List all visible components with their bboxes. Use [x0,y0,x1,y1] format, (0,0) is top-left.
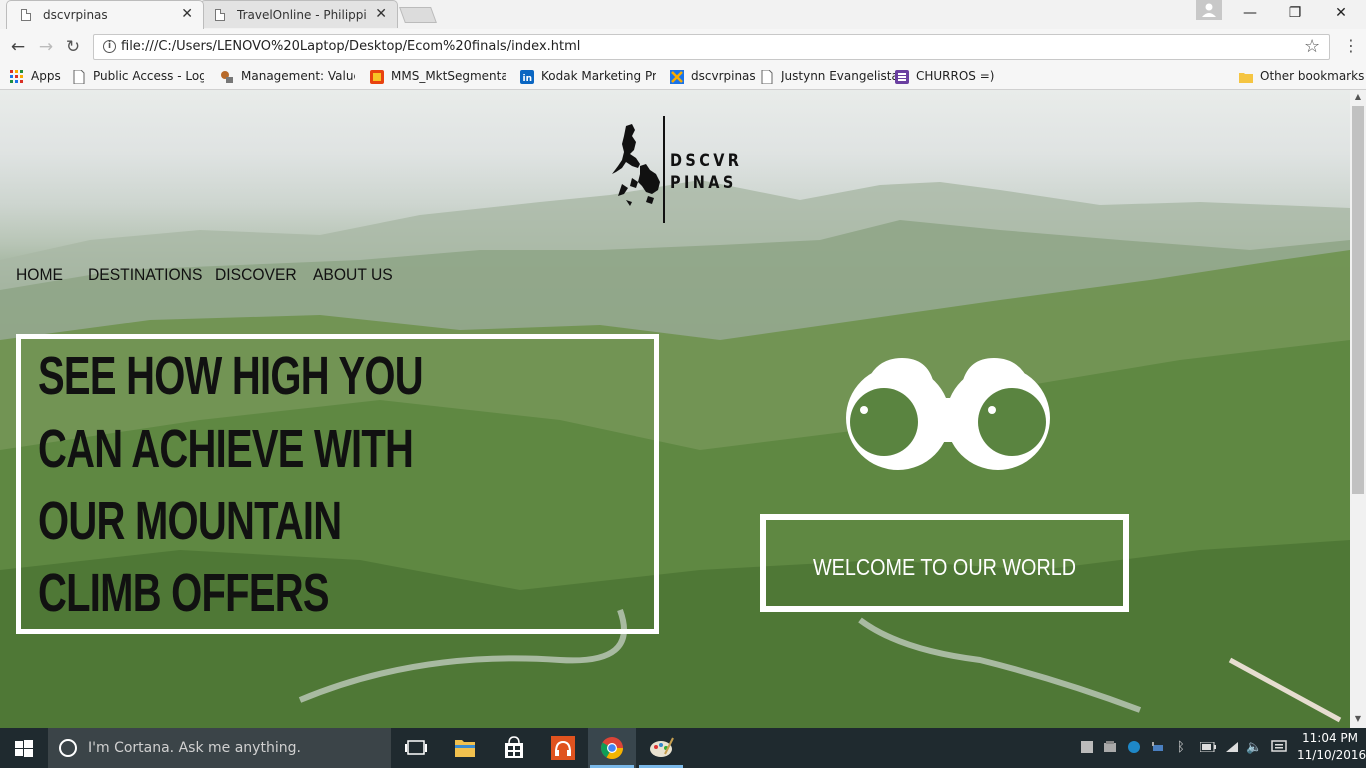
clock-time[interactable]: 11:04 PM [1302,731,1358,745]
tab-title: TravelOnline - Philippine [237,8,367,22]
hero-headline-line2: CAN ACHIEVE WITH [38,419,414,479]
logo-text-line1: DSCVR [670,151,743,171]
forward-button[interactable]: → [35,36,57,58]
new-tab-button[interactable] [399,7,437,23]
scroll-up-arrow-icon[interactable]: ▲ [1350,92,1366,104]
hero-headline-line1: SEE HOW HIGH YOU [38,346,424,406]
chrome-icon[interactable] [588,728,636,768]
restore-button[interactable]: ❐ [1272,0,1318,28]
hero-headline-line3: OUR MOUNTAIN [38,491,342,551]
close-icon[interactable]: ✕ [181,6,193,22]
apps-grid-icon [10,70,23,83]
page-icon [215,9,225,21]
tablet-icon[interactable] [1080,740,1094,754]
bookmark-apps[interactable]: Apps [10,67,65,87]
mgmt-icon [221,71,233,83]
page-icon [73,70,85,84]
info-icon[interactable]: i [103,40,116,53]
folder-icon [1239,73,1253,83]
bookmark-public-access[interactable]: Public Access - Login [72,67,206,87]
address-bar[interactable]: i file:///C:/Users/LENOVO%20Laptop/Deskt… [93,34,1330,60]
store-icon[interactable] [490,728,538,768]
philippines-map-logo-icon [612,124,660,206]
page-icon [21,9,31,21]
person-icon [1202,3,1216,17]
file-explorer-icon[interactable] [441,728,489,768]
volume-icon[interactable]: 🔈 [1246,740,1262,755]
svg-text:in: in [523,74,533,84]
tab-title: dscvrpinas [43,8,108,22]
scroll-down-arrow-icon[interactable]: ▼ [1350,714,1366,726]
windows-start-icon[interactable] [0,728,48,768]
welcome-button-label[interactable]: WELCOME TO OUR WORLD [786,554,1103,581]
close-window-button[interactable]: ✕ [1318,0,1364,28]
scrollbar-thumb[interactable] [1352,106,1364,494]
nav-destinations[interactable]: DESTINATIONS [88,265,202,285]
network-adapter-icon[interactable] [1151,740,1165,754]
bookmark-kodak[interactable]: in Kodak Marketing Pres [520,67,658,87]
bookmark-star-icon[interactable]: ☆ [1304,36,1320,57]
tab-traveloonline[interactable]: TravelOnline - Philippine ✕ [200,0,398,28]
menu-icon[interactable]: ⋮ [1343,36,1359,55]
binoculars-icon [846,358,1050,470]
linkedin-icon: in [520,70,534,84]
tab-strip: dscvrpinas ✕ TravelOnline - Philippine ✕… [0,0,1366,29]
tab-dscvrpinas[interactable]: dscvrpinas ✕ [6,0,204,29]
address-text[interactable]: file:///C:/Users/LENOVO%20Laptop/Desktop… [121,39,580,54]
close-icon[interactable]: ✕ [375,6,387,22]
cortana-icon [59,739,77,757]
minimize-button[interactable]: — [1227,0,1273,28]
bookmark-mms[interactable]: MMS_MktSegmentati [370,67,506,87]
nav-discover[interactable]: DISCOVER [215,265,297,285]
bookmark-management[interactable]: Management: Values ( [220,67,355,87]
logo-text-line2: PINAS [670,173,737,193]
reload-button[interactable]: ↻ [62,36,84,58]
profile-button[interactable] [1196,0,1222,20]
clock-date[interactable]: 11/10/2016 [1297,748,1366,762]
other-bookmarks[interactable]: Other bookmarks [1239,67,1364,87]
cortana-placeholder[interactable]: I'm Cortana. Ask me anything. [88,740,301,756]
dscvr-icon [670,70,684,84]
paint-icon[interactable] [637,728,685,768]
churros-icon [895,70,909,84]
music-app-icon[interactable] [539,728,587,768]
storage-icon[interactable] [1103,740,1117,754]
task-view-icon[interactable] [392,728,440,768]
nav-home[interactable]: HOME [16,265,63,285]
logo-divider [663,116,665,223]
bookmark-dscvrpinas[interactable]: dscvrpinas [670,67,756,87]
bookmark-churros[interactable]: CHURROS =) [895,67,994,87]
bookmark-justynn[interactable]: Justynn Evangelista [760,67,899,87]
bookmarks-bar: Apps Public Access - Login Management: V… [0,64,1366,90]
battery-icon[interactable] [1200,742,1216,752]
page-icon [761,70,773,84]
nav-about-us[interactable]: ABOUT US [313,265,393,285]
hero-headline-line4: CLIMB OFFERS [38,563,330,623]
bluetooth-icon[interactable]: ᛒ [1177,740,1185,755]
back-button[interactable]: ← [7,36,29,58]
notifications-icon[interactable] [1271,740,1287,754]
wifi-icon[interactable] [1224,740,1240,754]
mms-icon [370,70,384,84]
security-icon[interactable] [1127,740,1141,754]
